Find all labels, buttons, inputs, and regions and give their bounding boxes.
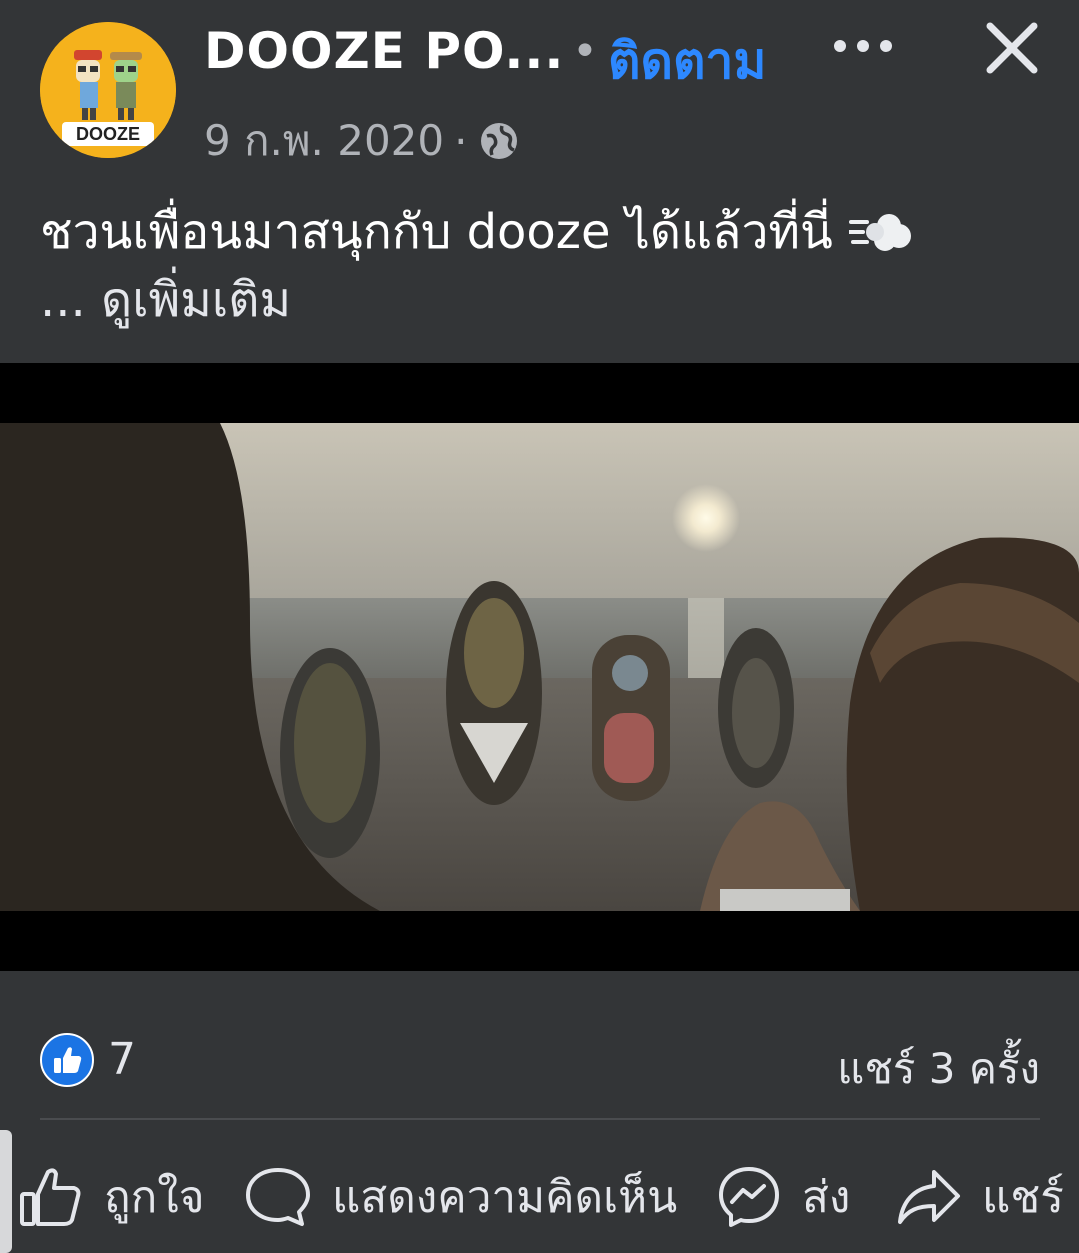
globe-icon <box>480 123 517 159</box>
video-frame <box>0 423 1079 911</box>
dooze-logo: DOOZE <box>40 22 176 158</box>
post-caption: ชวนเพื่อนมาสนุกกับ dooze ได้แล้วที่นี่ .… <box>40 198 1040 334</box>
share-label: แชร์ <box>982 1172 1064 1223</box>
reaction-stats: 7 แชร์ 3 ครั้ง <box>40 1030 1040 1093</box>
more-options-button[interactable] <box>830 20 896 70</box>
stats-divider <box>40 1118 1040 1120</box>
action-bar: ถูกใจ แสดงความคิดเห็น ส่ง แชร์ <box>0 1140 1079 1253</box>
messenger-icon <box>719 1167 779 1227</box>
like-count[interactable]: 7 <box>108 1034 136 1085</box>
close-button[interactable] <box>982 18 1042 78</box>
see-more-link[interactable]: ... ดูเพิ่มเติม <box>40 266 1040 334</box>
svg-text:DOOZE: DOOZE <box>76 124 140 144</box>
share-arrow-icon <box>898 1170 960 1224</box>
video-player[interactable] <box>0 363 1079 971</box>
follow-button[interactable]: ติดตาม <box>608 22 766 101</box>
dashing-away-icon <box>848 214 911 251</box>
name-separator: • <box>572 26 598 77</box>
like-button[interactable]: ถูกใจ <box>18 1162 205 1232</box>
comment-label: แสดงความคิดเห็น <box>332 1172 678 1223</box>
send-label: ส่ง <box>802 1172 851 1223</box>
thumbs-up-icon <box>20 1168 81 1226</box>
comment-button[interactable]: แสดงความคิดเห็น <box>244 1162 677 1232</box>
share-count[interactable]: แชร์ 3 ครั้ง <box>837 1036 1040 1102</box>
send-button[interactable]: ส่ง <box>716 1162 850 1232</box>
like-label: ถูกใจ <box>104 1172 205 1223</box>
close-icon <box>986 22 1038 74</box>
more-dots-icon <box>834 40 892 52</box>
comment-icon <box>246 1168 310 1226</box>
share-button[interactable]: แชร์ <box>896 1162 1064 1232</box>
page-name-link[interactable]: DOOZE PO... <box>204 22 564 80</box>
caption-line-1: ชวนเพื่อนมาสนุกกับ dooze ได้แล้วที่นี่ <box>40 198 1040 266</box>
post-date[interactable]: 9 ก.พ. 2020 <box>204 108 444 174</box>
post-meta: 9 ก.พ. 2020 · <box>204 108 520 174</box>
post-header: DOOZE DOOZE PO... • ติดตาม 9 ก.พ. 2020 · <box>0 0 1079 180</box>
beach-video-still <box>0 423 1079 911</box>
caption-text: ชวนเพื่อนมาสนุกกับ dooze ได้แล้วที่นี่ <box>40 204 833 260</box>
page-avatar[interactable]: DOOZE <box>40 22 176 158</box>
meta-separator: · <box>454 116 468 166</box>
like-reaction-icon[interactable] <box>40 1033 94 1087</box>
